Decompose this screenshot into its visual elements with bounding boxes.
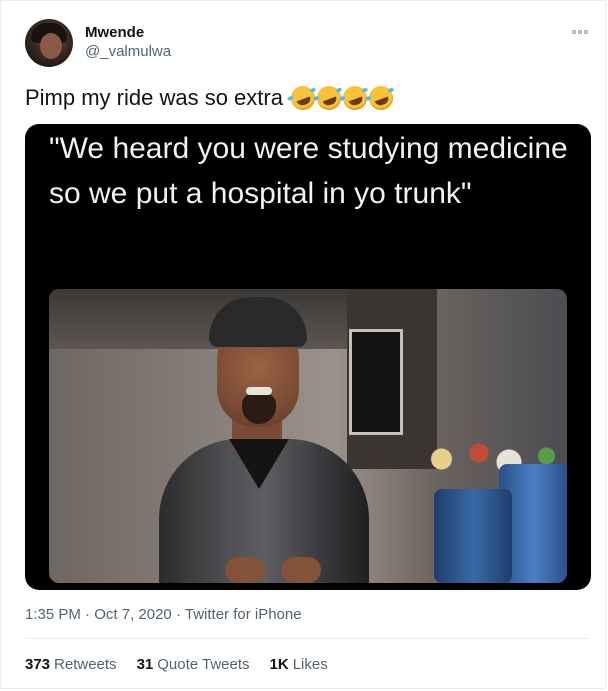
photo-door xyxy=(349,329,403,435)
tweet-time[interactable]: 1:35 PM xyxy=(25,606,81,623)
avatar-face xyxy=(40,33,62,59)
likes-label: Likes xyxy=(292,656,328,673)
retweets-label: Retweets xyxy=(54,656,117,673)
likes-stat[interactable]: 1K Likes xyxy=(270,656,328,673)
more-dot xyxy=(578,30,582,34)
likes-count: 1K xyxy=(269,656,289,673)
quotes-count: 31 xyxy=(136,656,154,673)
divider xyxy=(25,638,589,639)
quote-tweets-stat[interactable]: 31 Quote Tweets xyxy=(137,656,250,673)
laughing-emoji-icon xyxy=(365,82,397,114)
retweets-count: 373 xyxy=(25,656,51,673)
meta-separator: · xyxy=(175,606,181,623)
photo-barrel xyxy=(434,489,512,583)
photo-man-hand xyxy=(281,557,321,583)
tweet-media[interactable]: "We heard you were studying medicine so … xyxy=(25,124,591,590)
tweet-card: Mwende @_valmulwa Pimp my ride was so ex… xyxy=(0,0,606,689)
tweet-stats: 373 Retweets 31 Quote Tweets 1K Likes xyxy=(25,656,328,673)
tweet-source[interactable]: Twitter for iPhone xyxy=(185,606,302,623)
photo-man-mouth xyxy=(246,387,272,395)
meme-photo xyxy=(49,289,567,583)
author-name[interactable]: Mwende xyxy=(85,24,144,41)
avatar[interactable] xyxy=(25,19,73,67)
more-options-icon[interactable] xyxy=(569,25,591,39)
meta-separator: · xyxy=(85,606,91,623)
meme-caption: "We heard you were studying medicine so … xyxy=(49,132,568,210)
retweets-stat[interactable]: 373 Retweets xyxy=(25,656,117,673)
emoji-group xyxy=(287,82,397,114)
tweet-date[interactable]: Oct 7, 2020 xyxy=(94,606,172,623)
tweet-meta: 1:35 PM · Oct 7, 2020 · Twitter for iPho… xyxy=(25,606,302,623)
author-handle[interactable]: @_valmulwa xyxy=(85,43,171,60)
quotes-label: Quote Tweets xyxy=(157,656,250,673)
more-dot xyxy=(572,30,576,34)
photo-man-hand xyxy=(225,557,265,583)
tweet-text-content: Pimp my ride was so extra xyxy=(25,85,283,110)
more-dot xyxy=(584,30,588,34)
tweet-text: Pimp my ride was so extra xyxy=(25,82,397,114)
